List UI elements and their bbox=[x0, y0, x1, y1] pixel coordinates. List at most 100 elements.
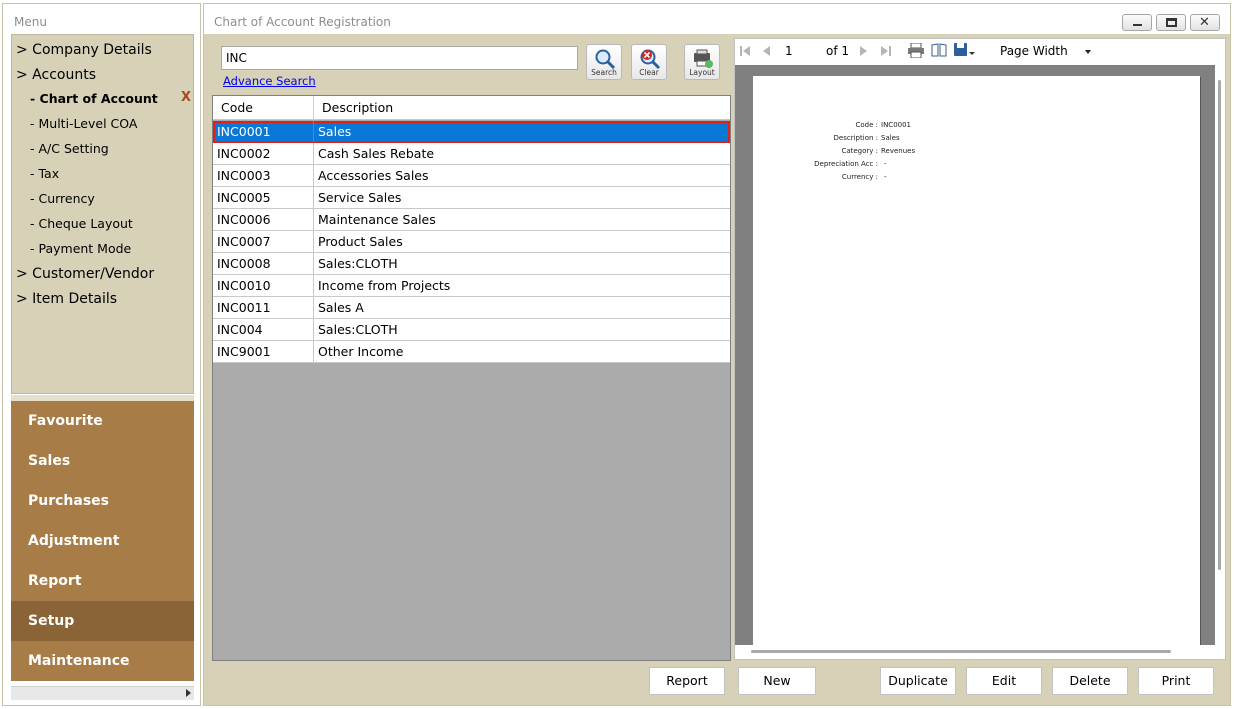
report-page: Code : INC0001 Description : Sales Categ… bbox=[753, 76, 1200, 645]
cell-description: Sales bbox=[318, 124, 352, 139]
search-button-label: Search bbox=[591, 68, 617, 77]
window-titlebar: Chart of Account Registration ✕ bbox=[204, 4, 1230, 34]
table-row[interactable]: INC0002 Cash Sales Rebate bbox=[213, 143, 730, 165]
clear-button[interactable]: Clear bbox=[631, 44, 667, 80]
cell-description: Sales A bbox=[318, 300, 364, 315]
grid-header: Code Description bbox=[213, 96, 730, 120]
menu-tree: > Company Details > Accounts - Chart of … bbox=[11, 34, 194, 394]
category-sales[interactable]: Sales bbox=[11, 441, 194, 481]
table-row[interactable]: INC0006 Maintenance Sales bbox=[213, 209, 730, 231]
page-number-input[interactable] bbox=[781, 42, 821, 60]
table-row[interactable]: INC0010 Income from Projects bbox=[213, 275, 730, 297]
print-button[interactable]: Print bbox=[1138, 667, 1214, 695]
category-maintenance[interactable]: Maintenance bbox=[11, 641, 194, 681]
export-icon[interactable] bbox=[954, 43, 976, 58]
category-favourite[interactable]: Favourite bbox=[11, 401, 194, 441]
magnifier-icon bbox=[595, 49, 616, 70]
last-page-icon[interactable] bbox=[881, 45, 891, 57]
category-report[interactable]: Report bbox=[11, 561, 194, 601]
column-header-description[interactable]: Description bbox=[314, 96, 730, 120]
table-row[interactable]: INC9001 Other Income bbox=[213, 341, 730, 363]
cell-code: INC0006 bbox=[213, 209, 314, 230]
cell-code: INC0010 bbox=[213, 275, 314, 296]
report-value-code: INC0001 bbox=[881, 121, 912, 129]
cell-description: Sales:CLOTH bbox=[318, 322, 398, 337]
report-value-currency: - bbox=[884, 173, 887, 181]
report-value-depreciation: - bbox=[884, 160, 887, 168]
cell-code: INC0002 bbox=[213, 143, 314, 164]
next-page-icon[interactable] bbox=[860, 45, 868, 57]
menu-title: Menu bbox=[14, 15, 47, 29]
new-button[interactable]: New bbox=[738, 667, 816, 695]
tree-item-company-details[interactable]: > Company Details bbox=[16, 39, 152, 61]
column-header-code[interactable]: Code bbox=[213, 96, 314, 120]
cell-code: INC0011 bbox=[213, 297, 314, 318]
close-tab-icon[interactable]: X bbox=[181, 90, 191, 105]
maximize-icon bbox=[1166, 18, 1177, 27]
close-icon: ✕ bbox=[1199, 15, 1210, 30]
tree-item-currency[interactable]: - Currency bbox=[30, 188, 95, 210]
table-row[interactable]: INC0007 Product Sales bbox=[213, 231, 730, 253]
layout-button[interactable]: Layout bbox=[684, 44, 720, 80]
window-title: Chart of Account Registration bbox=[214, 15, 391, 29]
table-row[interactable]: INC004 Sales:CLOTH bbox=[213, 319, 730, 341]
print-icon[interactable] bbox=[908, 43, 924, 58]
report-label-category: Category : bbox=[841, 147, 878, 155]
zoom-select[interactable]: Page Width bbox=[996, 41, 1096, 61]
tree-item-ac-setting[interactable]: - A/C Setting bbox=[30, 138, 109, 160]
table-row[interactable]: INC0003 Accessories Sales bbox=[213, 165, 730, 187]
edit-button[interactable]: Edit bbox=[966, 667, 1042, 695]
table-row[interactable]: INC0008 Sales:CLOTH bbox=[213, 253, 730, 275]
viewer-horizontal-scrollbar[interactable] bbox=[735, 645, 1225, 659]
table-row[interactable]: INC0011 Sales A bbox=[213, 297, 730, 319]
chevron-down-icon[interactable] bbox=[1085, 50, 1091, 54]
viewer-vertical-scroll-thumb[interactable] bbox=[1218, 80, 1221, 570]
tree-item-item-details[interactable]: > Item Details bbox=[16, 288, 117, 310]
tree-item-multi-level-coa[interactable]: - Multi-Level COA bbox=[30, 113, 137, 135]
maximize-button[interactable] bbox=[1156, 14, 1186, 31]
first-page-icon[interactable] bbox=[740, 45, 750, 57]
cell-code: INC0007 bbox=[213, 231, 314, 252]
category-purchases[interactable]: Purchases bbox=[11, 481, 194, 521]
search-input[interactable] bbox=[221, 46, 578, 70]
cell-code: INC9001 bbox=[213, 341, 314, 362]
tree-item-customer-vendor[interactable]: > Customer/Vendor bbox=[16, 263, 154, 285]
menu-scrollbar[interactable] bbox=[11, 686, 194, 700]
report-label-description: Description : bbox=[833, 134, 878, 142]
clear-icon bbox=[640, 49, 661, 70]
cell-description: Other Income bbox=[318, 344, 404, 359]
report-value-description: Sales bbox=[881, 134, 900, 142]
tree-item-payment-mode[interactable]: - Payment Mode bbox=[30, 238, 131, 260]
table-row[interactable]: INC0001 Sales bbox=[213, 121, 730, 143]
report-button[interactable]: Report bbox=[649, 667, 725, 695]
tree-item-tax[interactable]: - Tax bbox=[30, 163, 59, 185]
search-button[interactable]: Search bbox=[586, 44, 622, 80]
tree-item-chart-of-account[interactable]: - Chart of Account bbox=[30, 88, 158, 110]
cell-description: Sales:CLOTH bbox=[318, 256, 398, 271]
cell-description: Maintenance Sales bbox=[318, 212, 436, 227]
report-viewer: of 1 Page Width bbox=[734, 38, 1226, 660]
table-row[interactable]: INC0005 Service Sales bbox=[213, 187, 730, 209]
cell-code: INC0003 bbox=[213, 165, 314, 186]
cell-code: INC004 bbox=[213, 319, 314, 340]
report-value-category: Revenues bbox=[881, 147, 916, 155]
clear-button-label: Clear bbox=[639, 68, 659, 77]
scroll-right-arrow-icon[interactable] bbox=[186, 689, 191, 697]
close-button[interactable]: ✕ bbox=[1190, 14, 1220, 31]
cell-description: Cash Sales Rebate bbox=[318, 146, 435, 161]
delete-button[interactable]: Delete bbox=[1052, 667, 1128, 695]
category-setup[interactable]: Setup bbox=[11, 601, 194, 641]
report-label-code: Code : bbox=[855, 121, 878, 129]
layout-icon bbox=[694, 49, 713, 68]
cell-code: INC0005 bbox=[213, 187, 314, 208]
duplicate-button[interactable]: Duplicate bbox=[880, 667, 956, 695]
viewer-horizontal-scroll-thumb[interactable] bbox=[751, 650, 1171, 653]
tree-item-accounts[interactable]: > Accounts bbox=[16, 64, 96, 86]
advance-search-link[interactable]: Advance Search bbox=[223, 74, 316, 88]
page-setup-icon[interactable] bbox=[931, 43, 947, 57]
category-adjustment[interactable]: Adjustment bbox=[11, 521, 194, 561]
viewer-vertical-scrollbar[interactable] bbox=[1215, 65, 1225, 645]
previous-page-icon[interactable] bbox=[762, 45, 770, 57]
minimize-button[interactable] bbox=[1122, 14, 1152, 31]
tree-item-cheque-layout[interactable]: - Cheque Layout bbox=[30, 213, 133, 235]
